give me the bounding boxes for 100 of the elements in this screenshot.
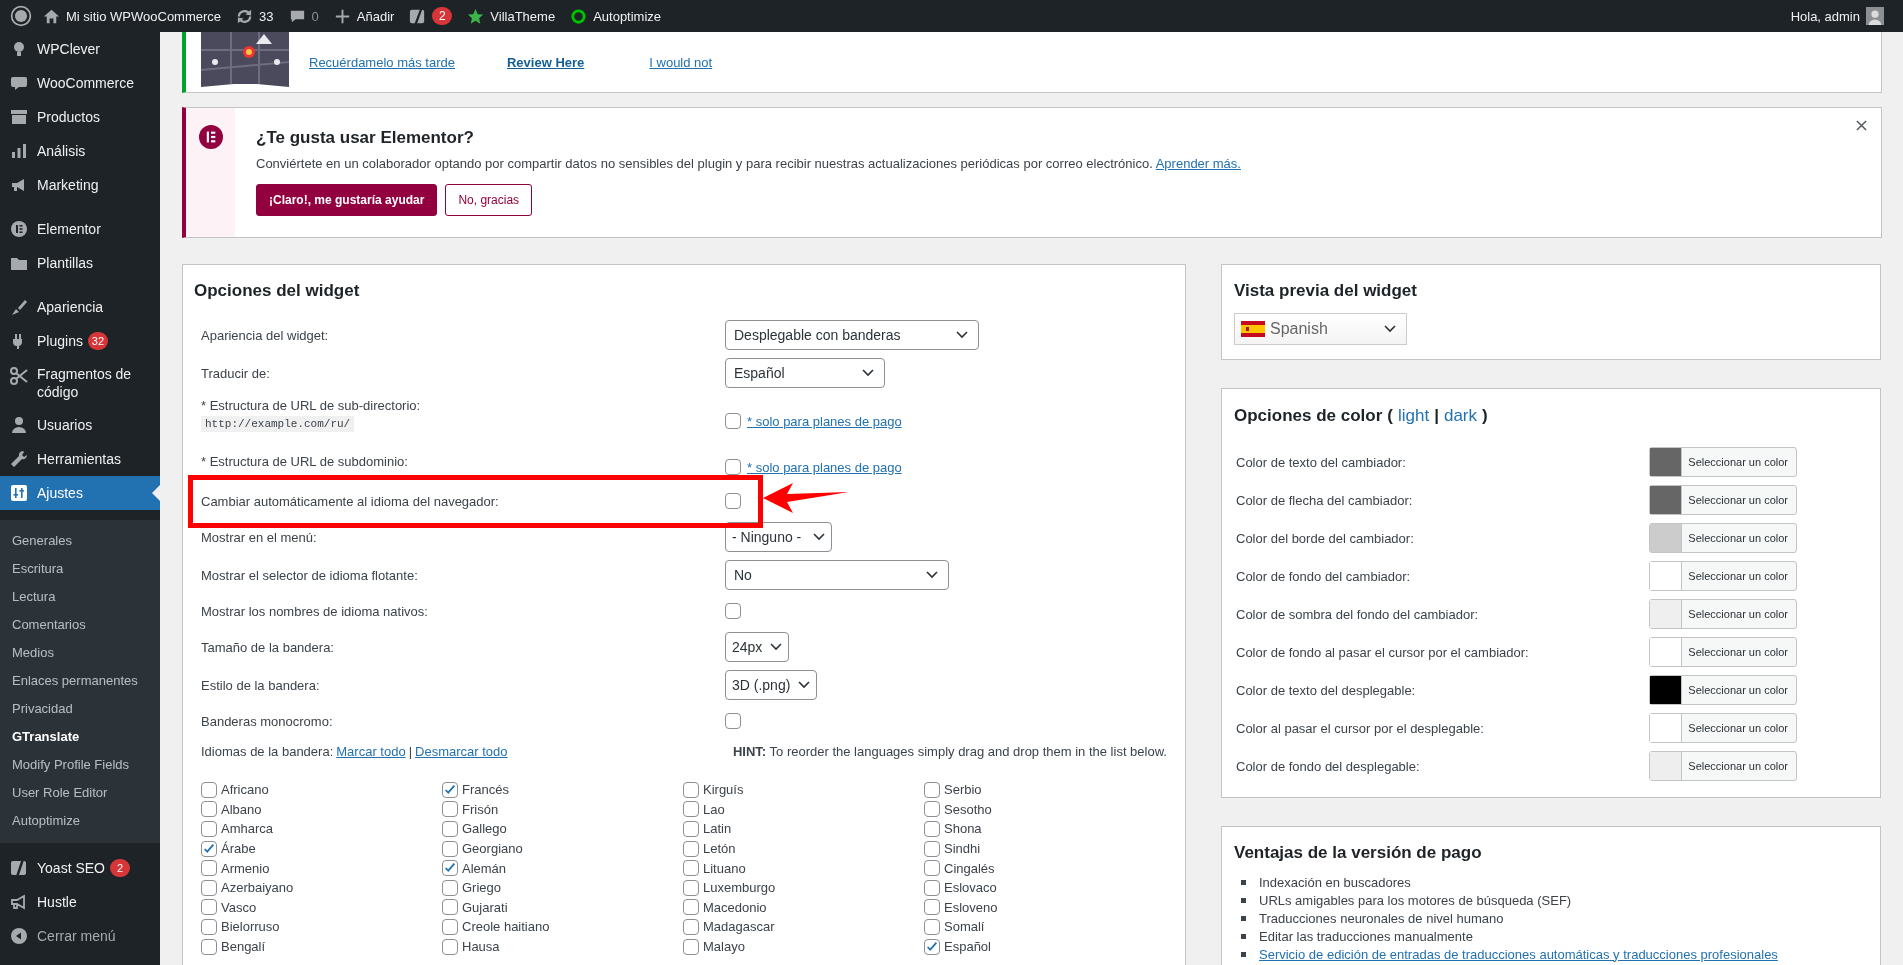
color-picker-button[interactable]: Seleccionar un color (1649, 637, 1797, 667)
color-picker-button[interactable]: Seleccionar un color (1649, 675, 1797, 705)
color-picker-button[interactable]: Seleccionar un color (1649, 751, 1797, 781)
sidebar-item[interactable]: Fragmentos de código (0, 358, 160, 408)
circle-logo-icon[interactable] (10, 5, 32, 27)
checkbox[interactable] (683, 899, 699, 916)
learn-more-link[interactable]: Aprender más. (1155, 156, 1241, 171)
select-all-link[interactable]: Marcar todo (336, 743, 406, 759)
sidebar-item[interactable]: Hustle (0, 885, 160, 919)
checkbox[interactable] (442, 938, 458, 955)
sidebar-item[interactable]: Elementor (0, 212, 160, 246)
checkbox[interactable] (924, 918, 940, 935)
feature-link[interactable]: Servicio de edición de entradas de traducciones automáticas y traducciones profesionales (1259, 946, 1778, 962)
sidebar-item[interactable]: Marketing (0, 168, 160, 202)
checkbox[interactable] (442, 918, 458, 935)
checkbox[interactable] (683, 801, 699, 818)
submenu-item[interactable]: Enlaces permanentes (0, 667, 160, 695)
checkbox[interactable] (683, 860, 699, 877)
dropdown[interactable]: 24px (725, 632, 789, 662)
checkbox[interactable] (683, 821, 699, 837)
checkbox[interactable] (924, 879, 940, 896)
checkbox[interactable] (725, 413, 741, 429)
checkbox[interactable] (442, 879, 458, 896)
checkbox[interactable] (725, 459, 741, 475)
checkbox[interactable] (442, 860, 458, 877)
submenu-item[interactable]: Privacidad (0, 695, 160, 723)
color-picker-button[interactable]: Seleccionar un color (1649, 523, 1797, 553)
theme-link[interactable]: VillaTheme (466, 6, 556, 26)
submenu-item[interactable]: Modify Profile Fields (0, 751, 160, 779)
dropdown[interactable]: Desplegable con banderas (725, 320, 979, 350)
checkbox[interactable] (924, 840, 940, 857)
submenu-item[interactable]: Autoptimize (0, 807, 160, 835)
checkbox[interactable] (683, 879, 699, 896)
collapse-menu-button[interactable]: Cerrar menú (0, 919, 160, 953)
checkbox[interactable] (201, 899, 217, 916)
dropdown[interactable]: - Ninguno - (725, 522, 832, 552)
light-preset-link[interactable]: light (1398, 403, 1430, 429)
checkbox[interactable] (201, 781, 217, 798)
checkbox[interactable] (442, 781, 458, 798)
submenu-item[interactable]: Escritura (0, 555, 160, 583)
checkbox[interactable] (442, 801, 458, 818)
color-picker-button[interactable]: Seleccionar un color (1649, 447, 1797, 477)
dropdown[interactable]: 3D (.png) (725, 670, 817, 700)
updates-link[interactable]: 33 (235, 6, 274, 26)
close-icon[interactable] (1856, 120, 1867, 131)
deselect-all-link[interactable]: Desmarcar todo (415, 743, 508, 759)
site-link[interactable]: Mi sitio WPWooCommerce (42, 6, 222, 26)
submenu-item[interactable]: Generales (0, 527, 160, 555)
notice-button[interactable]: No, gracias (445, 184, 533, 216)
checkbox[interactable] (201, 840, 217, 857)
checkbox[interactable] (442, 840, 458, 857)
submenu-item[interactable]: GTranslate (0, 723, 160, 751)
sidebar-item[interactable]: WooCommerce (0, 66, 160, 100)
paid-plans-link[interactable]: * solo para planes de pago (747, 413, 902, 429)
checkbox[interactable] (924, 781, 940, 798)
notice-link[interactable]: Recuérdamelo más tarde (309, 55, 455, 70)
checkbox[interactable] (201, 860, 217, 877)
color-picker-button[interactable]: Seleccionar un color (1649, 561, 1797, 591)
checkbox[interactable] (201, 821, 217, 837)
sidebar-item[interactable]: Usuarios (0, 408, 160, 442)
submenu-item[interactable]: Comentarios (0, 611, 160, 639)
notice-link[interactable]: I would not (649, 55, 713, 70)
dropdown[interactable]: No (725, 560, 949, 590)
sidebar-item[interactable]: Ajustes (0, 476, 160, 510)
checkbox[interactable] (683, 938, 699, 955)
checkbox[interactable] (201, 918, 217, 935)
comments-link[interactable]: 0 (287, 6, 319, 26)
submenu-item[interactable]: Lectura (0, 583, 160, 611)
checkbox[interactable] (442, 899, 458, 916)
dark-preset-link[interactable]: dark (1443, 403, 1477, 429)
new-content-link[interactable]: Añadir (332, 6, 395, 26)
checkbox[interactable] (683, 840, 699, 857)
checkbox[interactable] (725, 713, 741, 729)
checkbox[interactable] (201, 879, 217, 896)
color-picker-button[interactable]: Seleccionar un color (1649, 599, 1797, 629)
notice-button[interactable]: ¡Claro!, me gustaría ayudar (256, 184, 438, 216)
checkbox[interactable] (924, 801, 940, 818)
sidebar-item[interactable]: Herramientas (0, 442, 160, 476)
checkbox[interactable] (442, 821, 458, 837)
checkbox[interactable] (683, 918, 699, 935)
notice-link[interactable]: Review Here (506, 55, 585, 70)
account-menu[interactable]: Hola, admin (1790, 7, 1884, 25)
checkbox[interactable] (924, 821, 940, 837)
color-picker-button[interactable]: Seleccionar un color (1649, 485, 1797, 515)
checkbox[interactable] (725, 603, 741, 619)
submenu-item[interactable]: User Role Editor (0, 779, 160, 807)
seo-menu[interactable]: 2 (408, 6, 453, 26)
checkbox[interactable] (924, 860, 940, 877)
checkbox[interactable] (725, 493, 741, 509)
color-picker-button[interactable]: Seleccionar un color (1649, 713, 1797, 743)
sidebar-item[interactable]: Productos (0, 100, 160, 134)
sidebar-item[interactable]: WPClever (0, 32, 160, 66)
submenu-item[interactable]: Medios (0, 639, 160, 667)
checkbox[interactable] (201, 801, 217, 818)
sidebar-item[interactable]: Plantillas (0, 246, 160, 280)
dropdown[interactable]: Español (725, 358, 885, 388)
checkbox[interactable] (924, 938, 940, 955)
sidebar-item[interactable]: Análisis (0, 134, 160, 168)
sidebar-item[interactable]: Plugins 32 (0, 324, 160, 358)
sidebar-item[interactable]: Apariencia (0, 290, 160, 324)
